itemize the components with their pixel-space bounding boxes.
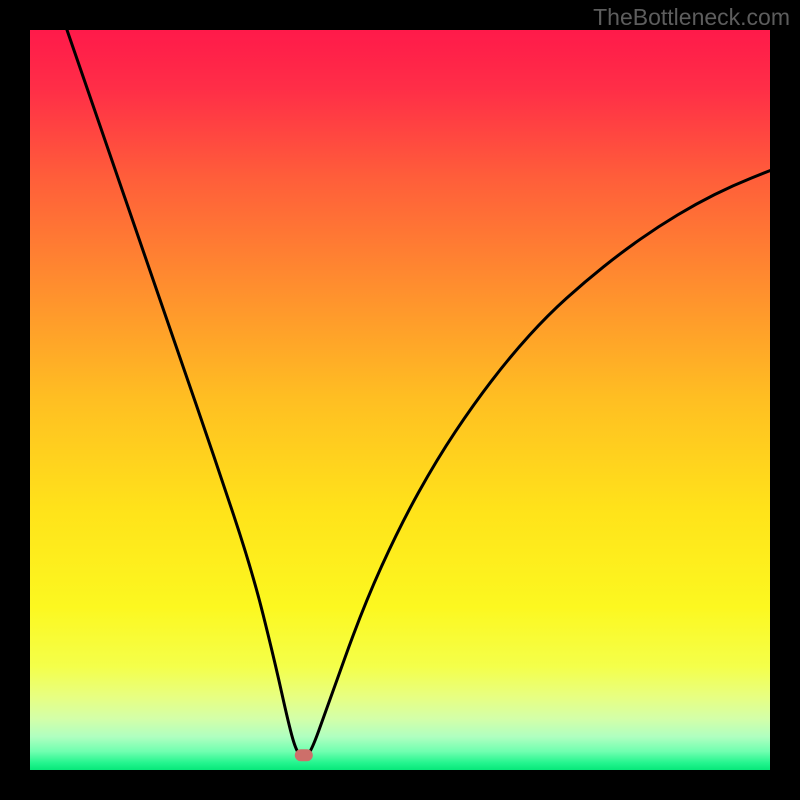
plot-area (30, 30, 770, 770)
optimal-point-marker (295, 749, 313, 761)
bottleneck-chart (0, 0, 800, 800)
chart-container: { "watermark": "TheBottleneck.com", "cha… (0, 0, 800, 800)
watermark-text: TheBottleneck.com (593, 4, 790, 31)
